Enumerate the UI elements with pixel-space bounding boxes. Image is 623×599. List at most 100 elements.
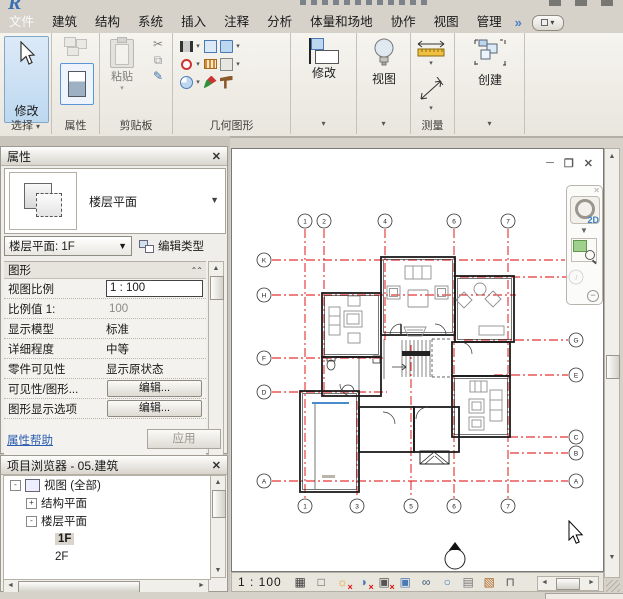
browser-hscrollbar[interactable]: ◄ ►: [3, 579, 209, 593]
ribbon-tab[interactable]: 分析: [258, 12, 301, 33]
browser-close-icon[interactable]: ✕: [212, 459, 221, 472]
ribbon-tab[interactable]: 管理: [468, 12, 511, 33]
property-value[interactable]: 标准: [103, 321, 206, 337]
scroll-down-icon[interactable]: ▼: [211, 564, 225, 577]
scroll-up-icon[interactable]: ▲: [209, 262, 223, 275]
tree-item-label[interactable]: 1F: [55, 533, 74, 545]
zoom-region-button[interactable]: [571, 238, 597, 262]
demolish-circle-icon[interactable]: [181, 59, 192, 70]
property-value[interactable]: 显示原状态: [103, 361, 206, 377]
revit-logo-icon[interactable]: R: [8, 0, 30, 12]
edit-type-button[interactable]: 编辑类型: [139, 236, 204, 256]
tree-item-label[interactable]: 楼层平面: [41, 513, 87, 529]
walls[interactable]: [300, 257, 514, 492]
wall-joins-icon[interactable]: [204, 59, 217, 69]
tree-item-label[interactable]: 结构平面: [41, 495, 87, 511]
ribbon-tab[interactable]: 系统: [129, 12, 172, 33]
ribbon-tab[interactable]: 文件: [0, 12, 43, 33]
navbar-close-icon[interactable]: ✕: [593, 186, 600, 195]
ribbon-tab[interactable]: 视图: [425, 12, 468, 33]
collapse-icon[interactable]: -: [10, 480, 21, 491]
sun-path-icon[interactable]: ☼×: [334, 575, 351, 590]
paste-button[interactable]: 粘贴 ▾: [110, 39, 134, 92]
type-selector-caret-icon[interactable]: ▼: [210, 195, 219, 205]
ribbon-tab[interactable]: 协作: [382, 12, 425, 33]
ribbon-tab[interactable]: 注释: [215, 12, 258, 33]
stairs[interactable]: [392, 339, 452, 379]
ribbon-tab[interactable]: 插入: [172, 12, 215, 33]
temporary-hide-isolate-icon[interactable]: ∞: [418, 575, 435, 590]
cut-icon[interactable]: ✂: [153, 38, 163, 51]
expand-icon[interactable]: +: [26, 498, 37, 509]
properties-palette-button[interactable]: [60, 63, 94, 105]
ribbon-tab[interactable]: 体量和场地: [301, 12, 382, 33]
panel-measure-label[interactable]: 测量: [411, 117, 454, 133]
demolish-hammer-icon[interactable]: [220, 76, 233, 89]
window-buttons[interactable]: [549, 0, 619, 6]
collapse-icon[interactable]: -: [26, 516, 37, 527]
create-panel-button[interactable]: 创建: [455, 38, 525, 88]
property-value[interactable]: 1 : 100: [106, 280, 203, 297]
wheel-dropdown-icon[interactable]: ▼: [580, 226, 588, 235]
scroll-up-icon[interactable]: ▲: [605, 150, 619, 163]
status-filter-box[interactable]: [545, 593, 623, 599]
property-value[interactable]: 编辑...: [107, 380, 202, 397]
grid-lines[interactable]: 1124667735KJHGFEDCBAA: [257, 214, 583, 513]
apply-button[interactable]: 应用: [147, 429, 221, 449]
navbar-collapse-icon[interactable]: −: [587, 290, 599, 302]
scroll-right-icon[interactable]: ►: [195, 580, 208, 592]
modify-button[interactable]: 修改: [4, 36, 49, 123]
ribbon-state-toggle[interactable]: ▾: [532, 15, 564, 31]
visual-style-icon[interactable]: □: [313, 575, 330, 590]
tree-item[interactable]: -楼层平面: [4, 512, 210, 530]
canvas-hscrollbar[interactable]: ◄ ►: [537, 576, 599, 591]
worksharing-display-icon[interactable]: ▤: [460, 575, 477, 590]
panel-geometry-label[interactable]: 几何图形: [173, 117, 290, 133]
join-geometry-icon[interactable]: [220, 40, 233, 53]
canvas-vscrollbar[interactable]: ▲ ▼: [604, 148, 620, 578]
modify-panel-button[interactable]: 修改: [291, 38, 357, 81]
drawing-view-window[interactable]: 1124667735KJHGFEDCBAA: [231, 148, 604, 572]
panel-select-label[interactable]: 选择 ▾: [0, 117, 51, 133]
furniture[interactable]: [329, 266, 504, 430]
graphics-section-header[interactable]: 图形⌃⌃: [4, 262, 206, 279]
steering-wheel-button[interactable]: 2D: [570, 196, 600, 224]
crop-view-icon[interactable]: ▣×: [376, 575, 393, 590]
temporary-view-properties-icon[interactable]: ▧: [481, 575, 498, 590]
view-minimize-icon[interactable]: ─: [546, 157, 554, 170]
tree-item[interactable]: 2F: [4, 548, 210, 566]
scroll-left-icon[interactable]: ◄: [538, 577, 551, 589]
measure-linear-button[interactable]: ▾: [413, 38, 449, 67]
browser-vscrollbar[interactable]: ▲ ▼: [210, 475, 226, 578]
tree-item[interactable]: + 结构平面: [4, 494, 210, 512]
properties-help-link[interactable]: 属性帮助: [7, 432, 53, 448]
bath-fixtures[interactable]: [327, 356, 380, 391]
property-value[interactable]: 编辑...: [107, 400, 202, 417]
shadows-icon[interactable]: ◑×: [355, 575, 372, 590]
section-marker[interactable]: [445, 542, 465, 569]
properties-close-icon[interactable]: ✕: [212, 150, 221, 163]
view-scale-button[interactable]: 1 : 100: [238, 575, 282, 589]
tree-item[interactable]: - 视图 (全部): [4, 476, 210, 494]
tree-item[interactable]: 1F: [4, 530, 210, 548]
view-restore-icon[interactable]: ❐: [564, 157, 574, 170]
user-interface-icon[interactable]: [64, 37, 88, 57]
split-element-icon[interactable]: [204, 76, 217, 89]
show-crop-region-icon[interactable]: ▣: [397, 575, 414, 590]
panel-view-caret[interactable]: ▾: [357, 117, 410, 133]
panel-modify-caret[interactable]: ▾: [291, 117, 356, 133]
properties-header[interactable]: 属性 ✕: [1, 147, 227, 166]
type-selector[interactable]: 楼层平面 ▼: [4, 168, 226, 234]
scroll-down-icon[interactable]: ▼: [605, 551, 619, 564]
resize-grip[interactable]: [606, 580, 620, 592]
copy-icon[interactable]: ⧉: [154, 54, 163, 67]
paint-icon[interactable]: [180, 76, 193, 89]
tree-item-label[interactable]: 视图 (全部): [44, 477, 101, 493]
match-type-icon[interactable]: ✎: [153, 70, 163, 83]
view-panel-button[interactable]: 视图: [357, 37, 411, 87]
panel-clipboard-label[interactable]: 剪贴板: [100, 117, 172, 133]
measure-angle-button[interactable]: ▾: [413, 77, 449, 112]
ribbon-tab[interactable]: 结构: [86, 12, 129, 33]
beam-join-icon[interactable]: [180, 41, 193, 52]
panel-create-caret[interactable]: ▾: [455, 117, 524, 133]
